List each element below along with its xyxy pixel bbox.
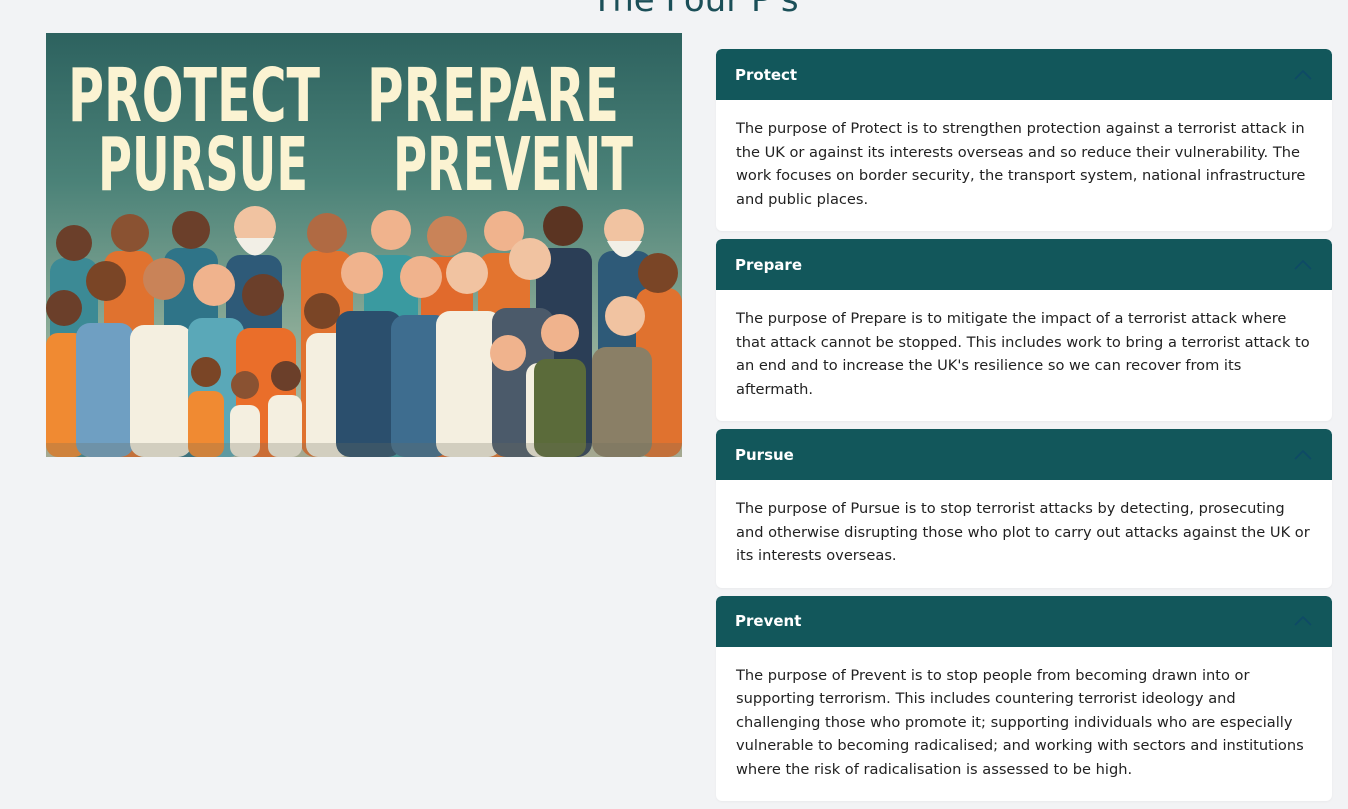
- chevron-up-icon[interactable]: [1294, 449, 1312, 461]
- hero-word-prevent: PREVENT: [393, 122, 633, 208]
- front-row-children: [188, 357, 302, 457]
- four-ps-accordion: Protect The purpose of Protect is to str…: [716, 49, 1332, 809]
- accordion-body: The purpose of Prevent is to stop people…: [736, 666, 1304, 778]
- accordion-item-prepare: Prepare The purpose of Prepare is to mit…: [716, 239, 1332, 421]
- accordion-body: The purpose of Prepare is to mitigate th…: [736, 310, 1310, 398]
- accordion-body: The purpose of Pursue is to stop terrori…: [736, 500, 1310, 564]
- crowd-illustration: PROTECT PREPARE PURSUE PREVENT: [46, 53, 682, 457]
- accordion-item-pursue: Pursue The purpose of Pursue is to stop …: [716, 429, 1332, 588]
- hero-illustration: PROTECT PREPARE PURSUE PREVENT: [46, 33, 682, 457]
- page-title: The Four P's: [591, 0, 799, 20]
- chevron-up-icon[interactable]: [1294, 615, 1312, 627]
- hero-word-pursue: PURSUE: [98, 122, 308, 208]
- accordion-header-protect[interactable]: Protect: [716, 49, 1332, 100]
- accordion-title: Protect: [735, 65, 798, 84]
- accordion-header-prepare[interactable]: Prepare: [716, 239, 1332, 290]
- accordion-title: Prepare: [735, 255, 802, 274]
- accordion-body: The purpose of Protect is to strengthen …: [736, 120, 1306, 208]
- accordion-header-prevent[interactable]: Prevent: [716, 595, 1332, 647]
- accordion-item-protect: Protect The purpose of Protect is to str…: [716, 49, 1332, 231]
- accordion-header-pursue[interactable]: Pursue: [716, 429, 1332, 480]
- chevron-up-icon[interactable]: [1294, 259, 1312, 271]
- accordion-title: Pursue: [735, 445, 794, 464]
- accordion-title: Prevent: [735, 612, 802, 630]
- chevron-up-icon[interactable]: [1294, 69, 1312, 81]
- accordion-item-prevent: Prevent The purpose of Prevent is to sto…: [716, 595, 1332, 801]
